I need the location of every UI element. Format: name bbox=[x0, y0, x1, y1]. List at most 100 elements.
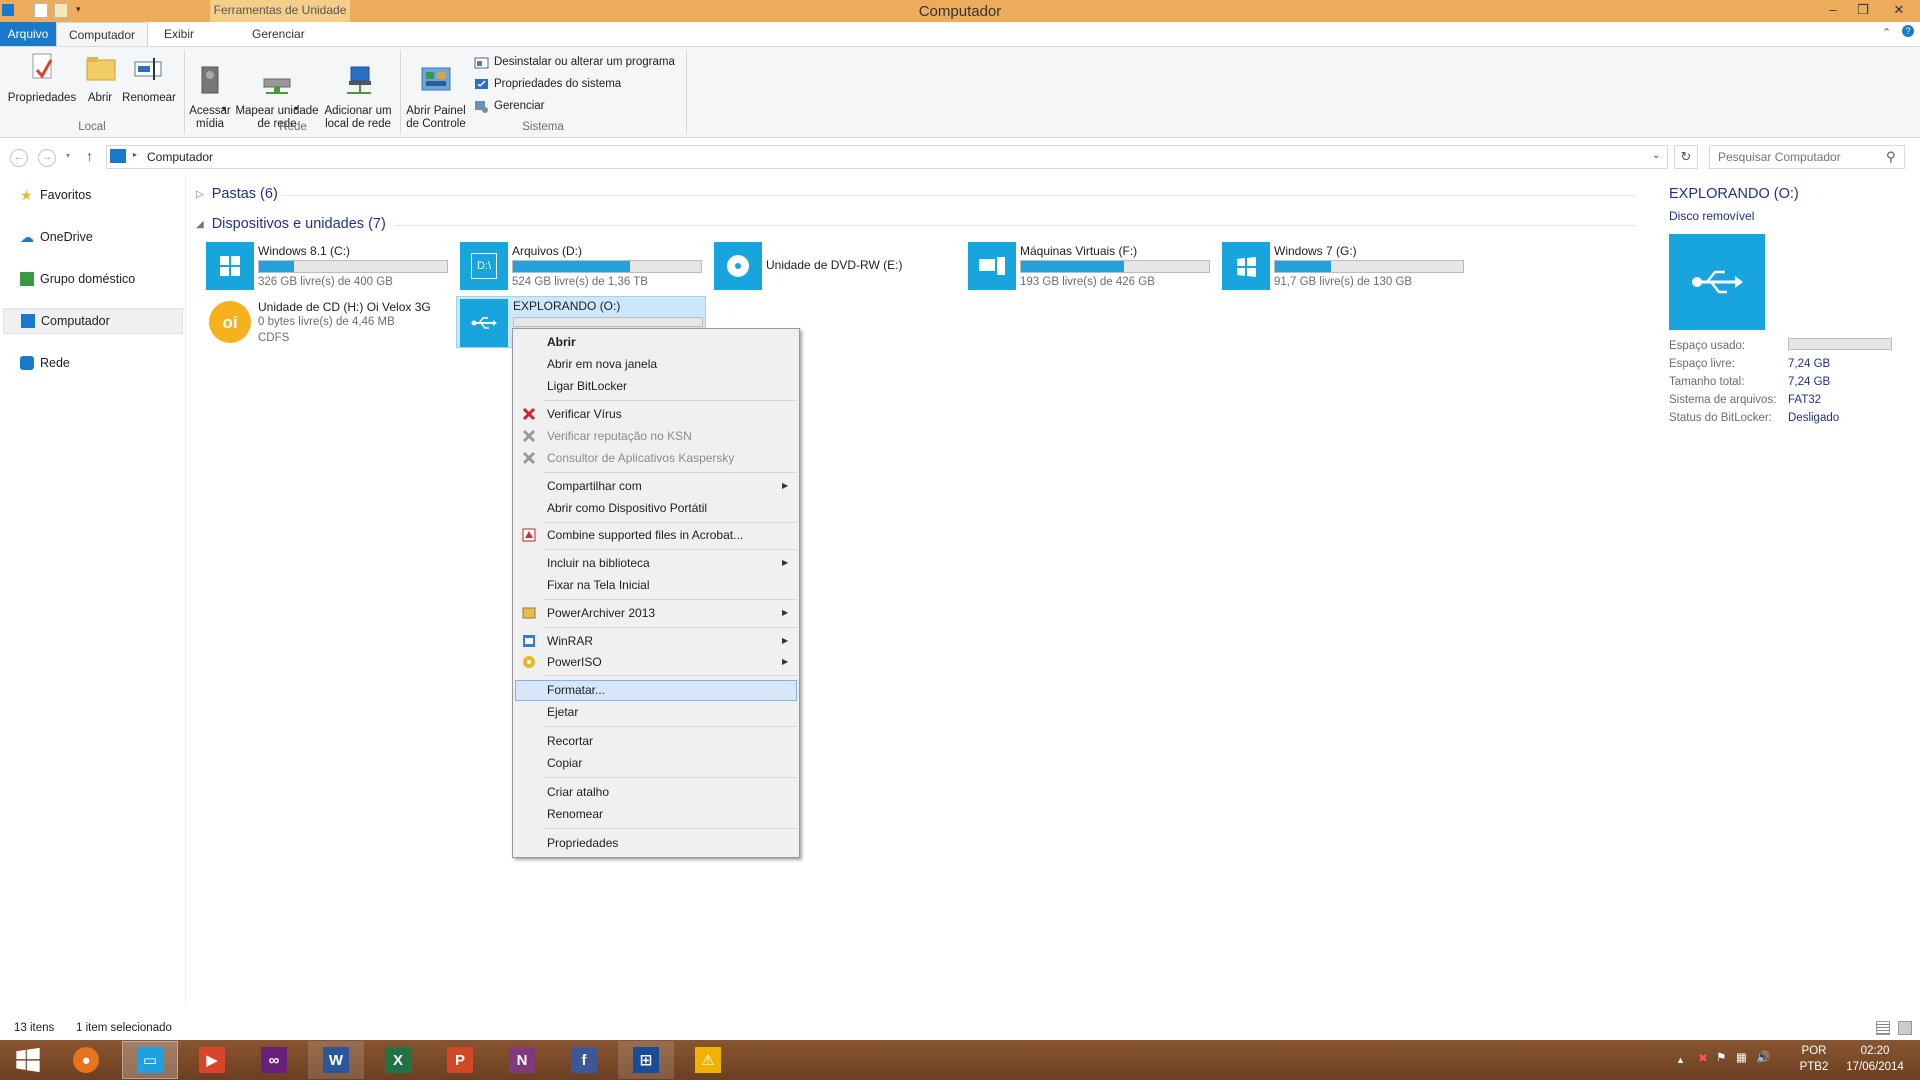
taskbar-powerpoint[interactable]: P bbox=[432, 1041, 488, 1079]
menu-item-copy[interactable]: Copiar bbox=[547, 756, 582, 770]
taskbar-media[interactable]: ▶ bbox=[184, 1041, 240, 1079]
menu-item-share-with[interactable]: Compartilhar com bbox=[547, 479, 642, 493]
menu-item-acrobat[interactable]: Combine supported files in Acrobat... bbox=[547, 528, 743, 542]
drive-free-space: 326 GB livre(s) de 400 GB bbox=[258, 276, 393, 288]
menu-item-winrar[interactable]: WinRAR bbox=[547, 634, 593, 648]
drive-c[interactable]: Windows 8.1 (C:) 326 GB livre(s) de 400 … bbox=[206, 242, 454, 294]
map-drive-dropdown-icon[interactable]: ▾ bbox=[294, 104, 298, 113]
menu-item-eject[interactable]: Ejetar bbox=[547, 705, 578, 719]
menu-item-open[interactable]: Abrir bbox=[547, 335, 576, 349]
tab-view[interactable]: Exibir bbox=[152, 22, 206, 46]
drive-g[interactable]: Windows 7 (G:) 91,7 GB livre(s) de 130 G… bbox=[1222, 242, 1470, 294]
menu-item-include-library[interactable]: Incluir na biblioteca bbox=[547, 556, 650, 570]
tab-file[interactable]: Arquivo bbox=[0, 22, 56, 46]
menu-item-format[interactable]: Formatar... bbox=[547, 683, 605, 697]
drive-d[interactable]: D:\ Arquivos (D:) 524 GB livre(s) de 1,3… bbox=[460, 242, 708, 294]
menu-item-create-shortcut[interactable]: Criar atalho bbox=[547, 785, 609, 799]
menu-item-cut[interactable]: Recortar bbox=[547, 734, 593, 748]
drive-usage-bar bbox=[258, 260, 448, 273]
recent-locations-dropdown-icon[interactable]: ▾ bbox=[66, 151, 70, 160]
firefox-icon: ● bbox=[73, 1047, 99, 1073]
close-button[interactable]: ✕ bbox=[1882, 0, 1916, 20]
status-bar bbox=[0, 1018, 1920, 1040]
windows-logo-icon bbox=[1222, 242, 1270, 290]
address-box[interactable] bbox=[106, 145, 1668, 169]
quick-access-new-folder-icon[interactable] bbox=[54, 3, 68, 18]
details-total-label: Tamanho total: bbox=[1669, 376, 1745, 388]
taskbar-onenote[interactable]: N bbox=[494, 1041, 550, 1079]
app-icon[interactable] bbox=[2, 4, 14, 16]
taskbar-firefox[interactable]: ● bbox=[58, 1041, 114, 1079]
group-label-local: Local bbox=[78, 121, 106, 133]
menu-item-rename[interactable]: Renomear bbox=[547, 807, 603, 821]
volume-icon[interactable]: 🔊 bbox=[1756, 1050, 1770, 1066]
drive-usage-bar bbox=[512, 260, 702, 273]
details-fs-label: Sistema de arquivos: bbox=[1669, 394, 1777, 406]
details-view-icon[interactable] bbox=[1876, 1021, 1890, 1035]
manage-icon bbox=[475, 100, 488, 113]
up-button[interactable]: ↑ bbox=[86, 148, 93, 164]
taskbar-app-warning[interactable]: ⚠ bbox=[680, 1041, 736, 1079]
menu-item-open-new-window[interactable]: Abrir em nova janela bbox=[547, 357, 657, 371]
nav-item-favorites[interactable]: ★ Favoritos bbox=[0, 182, 186, 208]
system-properties-button[interactable]: Propriedades do sistema bbox=[474, 74, 621, 94]
search-input[interactable] bbox=[1709, 145, 1905, 169]
menu-item-poweriso[interactable]: PowerISO bbox=[547, 655, 602, 669]
taskbar-word[interactable]: W bbox=[308, 1041, 364, 1079]
back-button[interactable]: ← bbox=[10, 149, 28, 167]
minimize-button[interactable]: – bbox=[1818, 0, 1848, 20]
antivirus-tray-icon[interactable]: ✖ bbox=[1696, 1051, 1710, 1065]
restore-button[interactable]: ❐ bbox=[1848, 0, 1878, 20]
group-header-devices[interactable]: ◢ Dispositivos e unidades (7) bbox=[196, 216, 386, 232]
help-icon[interactable]: ? bbox=[1902, 25, 1914, 37]
group-header-folders[interactable]: ▷ Pastas (6) bbox=[196, 186, 278, 202]
address-dropdown-icon[interactable]: ⌄ bbox=[1652, 150, 1660, 161]
usb-icon bbox=[460, 299, 508, 347]
menu-item-powerarchiver[interactable]: PowerArchiver 2013 bbox=[547, 606, 655, 620]
nav-item-computer[interactable]: Computador bbox=[3, 308, 183, 334]
taskbar-excel[interactable]: X bbox=[370, 1041, 426, 1079]
refresh-button[interactable]: ↻ bbox=[1674, 145, 1698, 169]
show-hidden-icons[interactable]: ▲ bbox=[1676, 1052, 1685, 1068]
search-icon[interactable]: ⚲ bbox=[1886, 149, 1896, 165]
drive-h[interactable]: oi Unidade de CD (H:) Oi Velox 3G 0 byte… bbox=[206, 298, 454, 350]
rename-button[interactable]: Renomear bbox=[122, 52, 176, 105]
action-center-flag-icon[interactable]: ⚑ bbox=[1716, 1050, 1726, 1066]
large-icons-view-icon[interactable] bbox=[1898, 1021, 1912, 1035]
nav-item-homegroup[interactable]: Grupo doméstico bbox=[0, 266, 186, 292]
properties-button[interactable]: Propriedades bbox=[6, 52, 78, 105]
menu-item-scan-virus[interactable]: Verificar Vírus bbox=[547, 407, 622, 421]
drive-e[interactable]: Unidade de DVD-RW (E:) bbox=[714, 242, 962, 294]
onenote-icon: N bbox=[509, 1047, 535, 1073]
quick-access-properties-icon[interactable] bbox=[34, 3, 48, 18]
drive-f[interactable]: Máquinas Virtuais (F:) 193 GB livre(s) d… bbox=[968, 242, 1216, 294]
language-indicator[interactable]: POR PTB2 bbox=[1794, 1043, 1834, 1075]
clock[interactable]: 02:20 17/06/2014 bbox=[1838, 1043, 1912, 1075]
manage-button[interactable]: Gerenciar bbox=[474, 96, 545, 116]
menu-item-kaspersky-advisor[interactable]: Consultor de Aplicativos Kaspersky bbox=[547, 451, 734, 465]
nav-item-network[interactable]: Rede bbox=[0, 350, 186, 376]
menu-item-open-portable[interactable]: Abrir como Dispositivo Portátil bbox=[547, 501, 707, 515]
menu-item-bitlocker[interactable]: Ligar BitLocker bbox=[547, 379, 627, 393]
menu-item-ksn[interactable]: Verificar reputação no KSN bbox=[547, 429, 692, 443]
nav-item-onedrive[interactable]: ☁ OneDrive bbox=[0, 224, 186, 250]
taskbar-windows-app[interactable]: ⊞ bbox=[618, 1041, 674, 1079]
menu-item-properties[interactable]: Propriedades bbox=[547, 836, 618, 850]
start-button[interactable] bbox=[0, 1041, 56, 1079]
collapse-ribbon-icon[interactable]: ⌃ bbox=[1882, 26, 1891, 39]
uninstall-program-button[interactable]: Desinstalar ou alterar um programa bbox=[474, 52, 675, 72]
access-media-dropdown-icon[interactable]: ▾ bbox=[222, 104, 226, 113]
network-tray-icon[interactable]: ▦ bbox=[1736, 1050, 1747, 1066]
open-button[interactable]: Abrir bbox=[84, 52, 116, 105]
taskbar-visual-studio[interactable]: ∞ bbox=[246, 1041, 302, 1079]
tab-computer[interactable]: Computador bbox=[56, 22, 148, 46]
menu-item-pin-start[interactable]: Fixar na Tela Inicial bbox=[547, 578, 650, 592]
breadcrumb-computer[interactable]: Computador bbox=[147, 150, 213, 164]
tab-manage[interactable]: Gerenciar bbox=[240, 22, 317, 46]
taskbar-explorer[interactable]: ▭ bbox=[122, 1041, 178, 1079]
kaspersky-scan-icon bbox=[522, 407, 536, 421]
taskbar-facebook[interactable]: f bbox=[556, 1041, 612, 1079]
quick-access-dropdown-icon[interactable]: ▾ bbox=[76, 4, 81, 15]
forward-button[interactable]: → bbox=[38, 149, 56, 167]
submenu-arrow-icon: ▶ bbox=[782, 558, 789, 567]
